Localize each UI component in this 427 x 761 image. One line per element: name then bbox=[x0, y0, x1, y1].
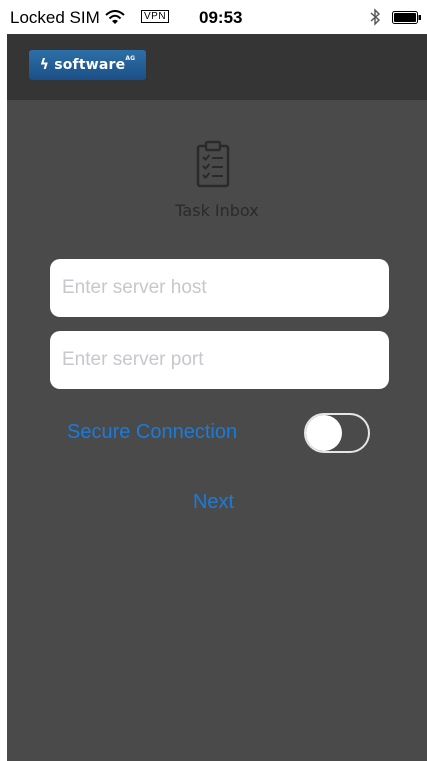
secure-connection-label: Secure Connection bbox=[67, 421, 238, 443]
software-ag-logo: ϟ softwareAG bbox=[29, 50, 146, 80]
logo-mark-icon: ϟ bbox=[39, 57, 50, 73]
battery-icon bbox=[392, 11, 422, 29]
clipboard-icon bbox=[195, 140, 231, 193]
server-host-input[interactable] bbox=[50, 259, 389, 317]
clock: 09:53 bbox=[199, 8, 243, 27]
app-title: Task Inbox bbox=[175, 201, 259, 220]
carrier-label: Locked SIM bbox=[10, 8, 100, 27]
vpn-badge: VPN bbox=[141, 10, 170, 23]
wifi-icon bbox=[105, 10, 125, 31]
app-screen: Locked SIM VPN 09:53 ϟ softwareAG Task I… bbox=[7, 0, 427, 761]
bluetooth-icon bbox=[369, 8, 381, 31]
secure-connection-toggle[interactable] bbox=[304, 413, 370, 453]
status-bar: Locked SIM VPN 09:53 bbox=[7, 0, 427, 34]
server-port-input[interactable] bbox=[50, 331, 389, 389]
next-button[interactable]: Next bbox=[7, 491, 427, 514]
toggle-knob bbox=[306, 415, 342, 451]
logo-text: software bbox=[54, 57, 126, 73]
header-bar: ϟ softwareAG bbox=[7, 34, 427, 100]
logo-suffix: AG bbox=[125, 55, 136, 62]
